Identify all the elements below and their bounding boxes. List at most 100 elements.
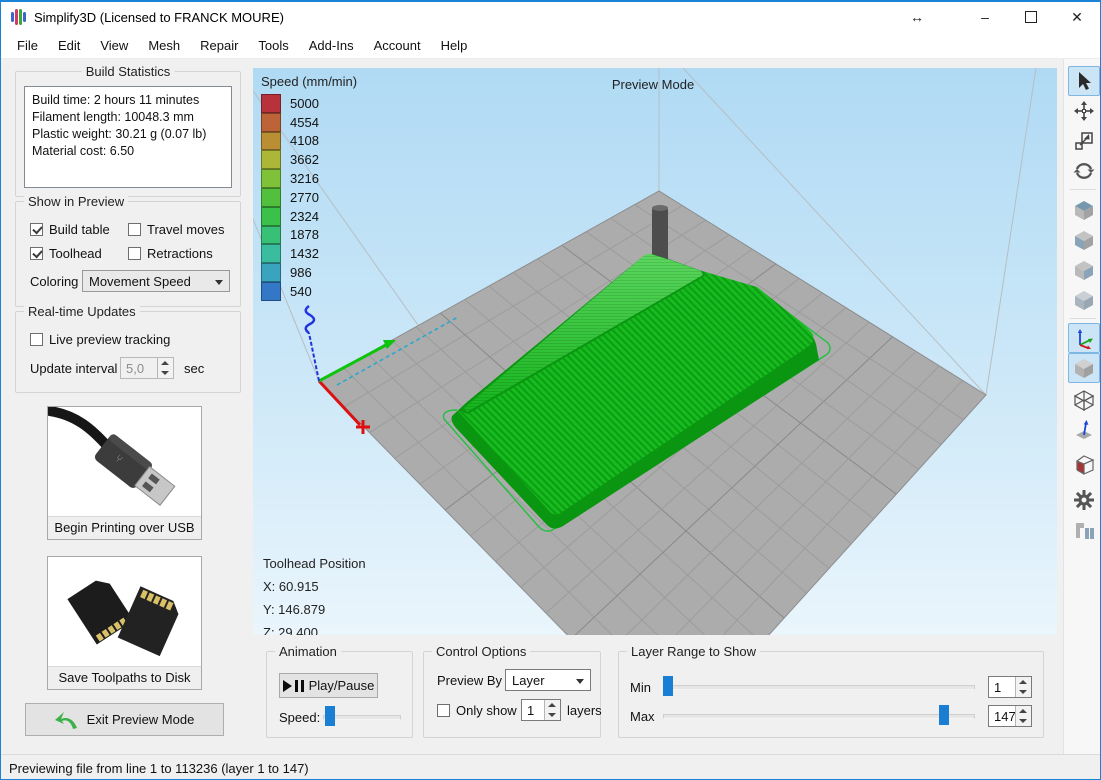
menu-item-view[interactable]: View xyxy=(90,34,138,57)
tool-view-side-button[interactable] xyxy=(1068,255,1100,285)
speed-slider-handle[interactable] xyxy=(325,706,335,726)
cube-side-view-icon xyxy=(1073,259,1095,281)
scale-icon xyxy=(1073,130,1095,152)
tool-view-front-button[interactable] xyxy=(1068,225,1100,255)
menu-item-mesh[interactable]: Mesh xyxy=(138,34,190,57)
retractions-checkbox-icon[interactable] xyxy=(128,247,141,260)
checkbox-retractions[interactable]: Retractions xyxy=(128,246,213,261)
tool-surface-normals-button[interactable] xyxy=(1068,415,1100,445)
tool-show-axes-button[interactable] xyxy=(1068,323,1100,353)
build-table-checkbox-icon[interactable] xyxy=(30,223,43,236)
legend-entry: 3662 xyxy=(261,150,357,169)
tool-supports-button[interactable] xyxy=(1068,515,1100,545)
min-layer-slider[interactable] xyxy=(663,676,975,696)
spinner-arrows-icon[interactable] xyxy=(544,700,560,720)
stat-build-time: Build time: 2 hours 11 minutes xyxy=(32,92,224,109)
tool-select-button[interactable] xyxy=(1068,66,1100,96)
begin-printing-usb-button[interactable]: ⑂ Begin Printing over USB xyxy=(47,406,202,540)
legend-swatch xyxy=(261,282,281,301)
max-slider-handle[interactable] xyxy=(939,705,949,725)
coloring-dropdown[interactable]: Movement Speed xyxy=(82,270,230,292)
menu-item-repair[interactable]: Repair xyxy=(190,34,248,57)
spinner-arrows-icon[interactable] xyxy=(1015,706,1031,726)
tool-scale-button[interactable] xyxy=(1068,126,1100,156)
legend-swatch xyxy=(261,113,281,132)
view-toolbar xyxy=(1063,59,1101,754)
min-label: Min xyxy=(630,680,651,695)
legend-swatch xyxy=(261,226,281,245)
minimize-button[interactable]: – xyxy=(962,2,1008,32)
usb-button-label: Begin Printing over USB xyxy=(48,516,201,539)
update-interval-spinner[interactable]: 5,0 xyxy=(120,357,174,379)
save-toolpaths-button[interactable]: Save Toolpaths to Disk xyxy=(47,556,202,690)
only-show-checkbox-icon[interactable] xyxy=(437,704,450,717)
toolhead-z: Z: 29.400 xyxy=(263,621,366,635)
legend-swatch xyxy=(261,94,281,113)
tool-cross-section-button[interactable] xyxy=(1068,450,1100,480)
checkbox-travel-moves[interactable]: Travel moves xyxy=(128,222,225,237)
tool-solid-view-button[interactable] xyxy=(1068,353,1100,383)
close-button[interactable]: ✕ xyxy=(1054,2,1100,32)
only-show-spinner[interactable]: 1 xyxy=(521,699,561,721)
legend-entry: 3216 xyxy=(261,169,357,188)
legend-entry: 4554 xyxy=(261,113,357,132)
max-label: Max xyxy=(630,709,655,724)
toolhead-checkbox-icon[interactable] xyxy=(30,247,43,260)
spinner-arrows-icon[interactable] xyxy=(1015,677,1031,697)
min-layer-spinner[interactable]: 1 xyxy=(988,676,1032,698)
app-window: Simplify3D (Licensed to FRANCK MOURE) ↔ … xyxy=(0,0,1101,780)
checkbox-build-table[interactable]: Build table xyxy=(30,222,110,237)
legend-entry: 540 xyxy=(261,282,357,301)
live-preview-checkbox-icon[interactable] xyxy=(30,333,43,346)
speed-legend: Speed (mm/min) 5000 4554 4108 3662 3216 … xyxy=(261,74,357,301)
legend-swatch xyxy=(261,169,281,188)
tool-view-iso-button[interactable] xyxy=(1068,285,1100,315)
checkbox-live-preview[interactable]: Live preview tracking xyxy=(30,332,170,347)
checkbox-toolhead[interactable]: Toolhead xyxy=(30,246,102,261)
viewport-3d[interactable]: Preview Mode Speed (mm/min) 5000 4554 41… xyxy=(253,68,1057,635)
preview-mode-label: Preview Mode xyxy=(553,77,753,92)
legend-swatch xyxy=(261,188,281,207)
checkbox-only-show[interactable]: Only show xyxy=(437,703,517,718)
chevron-down-icon xyxy=(215,280,223,285)
menu-item-account[interactable]: Account xyxy=(364,34,431,57)
preview-by-dropdown[interactable]: Layer xyxy=(505,669,591,691)
realtime-updates-title: Real-time Updates xyxy=(24,304,140,319)
menu-item-help[interactable]: Help xyxy=(431,34,478,57)
supports-icon xyxy=(1073,519,1095,541)
tool-rotate-button[interactable] xyxy=(1068,156,1100,186)
tool-wireframe-view-button[interactable] xyxy=(1068,385,1100,415)
menu-item-addins[interactable]: Add-Ins xyxy=(299,34,364,57)
coloring-label: Coloring xyxy=(30,274,78,289)
menu-item-file[interactable]: File xyxy=(7,34,48,57)
toolbar-separator xyxy=(1070,318,1096,319)
animation-speed-slider[interactable] xyxy=(323,706,401,726)
travel-moves-checkbox-icon[interactable] xyxy=(128,223,141,236)
play-icon xyxy=(283,680,292,692)
play-pause-button[interactable]: Play/Pause xyxy=(279,673,378,698)
axes-icon xyxy=(1073,327,1095,349)
tool-view-top-button[interactable] xyxy=(1068,195,1100,225)
spinner-arrows-icon[interactable] xyxy=(157,358,173,378)
menu-bar: File Edit View Mesh Repair Tools Add-Ins… xyxy=(1,32,1100,59)
show-in-preview-title: Show in Preview xyxy=(24,194,128,209)
max-layer-spinner[interactable]: 147 xyxy=(988,705,1032,727)
cube-iso-view-icon xyxy=(1073,289,1095,311)
min-slider-handle[interactable] xyxy=(663,676,673,696)
legend-entry: 2770 xyxy=(261,188,357,207)
stat-plastic-weight: Plastic weight: 30.21 g (0.07 lb) xyxy=(32,126,224,143)
maximize-button[interactable] xyxy=(1008,2,1054,32)
status-bar: Previewing file from line 1 to 113236 (l… xyxy=(1,754,1100,780)
toolbar-separator xyxy=(1070,189,1096,190)
exit-button-label: Exit Preview Mode xyxy=(87,712,195,727)
exit-preview-mode-button[interactable]: Exit Preview Mode xyxy=(25,703,224,736)
legend-swatch xyxy=(261,244,281,263)
menu-item-tools[interactable]: Tools xyxy=(248,34,298,57)
tool-settings-button[interactable] xyxy=(1068,485,1100,515)
span-window-icon[interactable]: ↔ xyxy=(897,9,937,25)
main-content: Build Statistics Build time: 2 hours 11 … xyxy=(1,59,1100,754)
tool-move-button[interactable] xyxy=(1068,96,1100,126)
cross-section-icon xyxy=(1073,454,1095,476)
max-layer-slider[interactable] xyxy=(663,705,975,725)
menu-item-edit[interactable]: Edit xyxy=(48,34,90,57)
